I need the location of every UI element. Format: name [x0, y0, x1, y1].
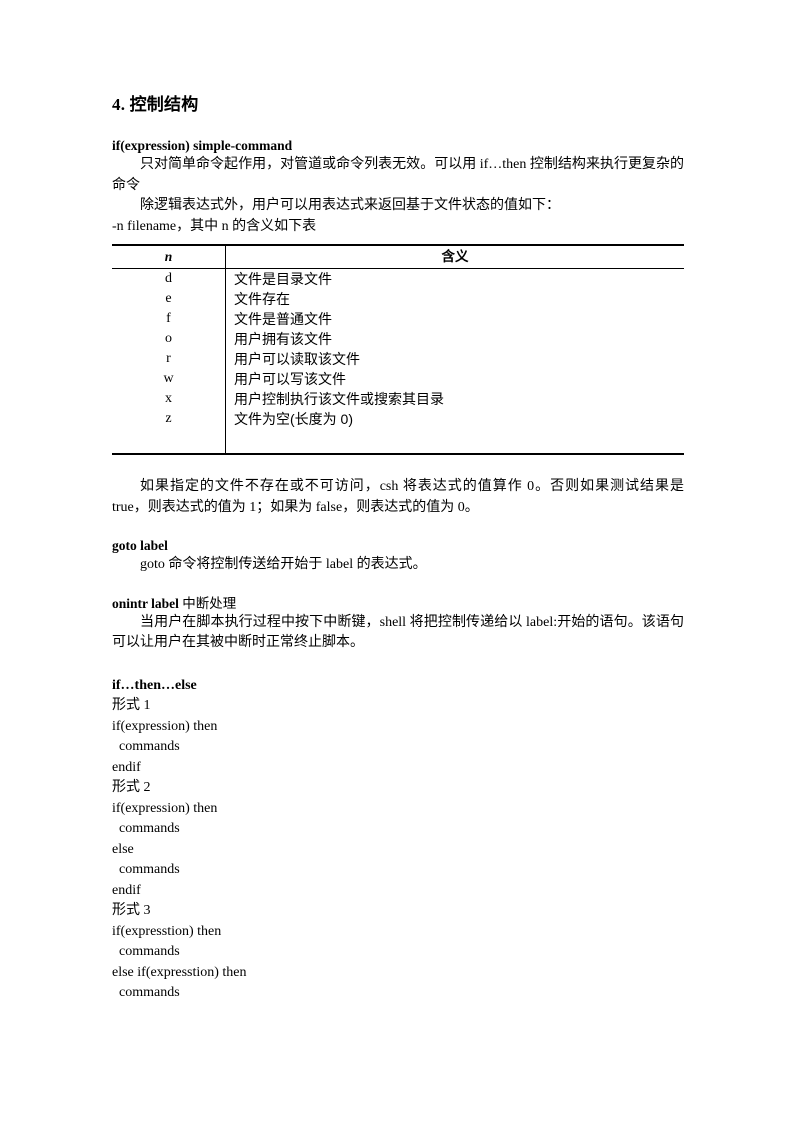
table-row: f 文件是普通文件	[112, 309, 684, 329]
table-row: w 用户可以写该文件	[112, 369, 684, 389]
table-header-n: n	[112, 244, 226, 269]
code-line: else	[112, 841, 134, 857]
table-row: d 文件是目录文件	[112, 268, 684, 289]
code-line: 形式 3	[112, 903, 151, 918]
code-line: commands	[112, 821, 180, 836]
code-line: commands	[112, 862, 180, 877]
cell-meaning: 用户可以写该文件	[225, 369, 684, 389]
table-bottom-cell-left	[112, 452, 226, 455]
file-test-table-wrapper: n 含义 d 文件是目录文件 e 文件存在 f 文件是普通文件 o 用户拥有该文…	[112, 244, 684, 455]
table-row: e 文件存在	[112, 289, 684, 309]
heading-onintr-bold-part: onintr label	[112, 595, 179, 611]
table-spacer-cell-left	[112, 429, 226, 453]
cell-meaning: 文件是目录文件	[225, 268, 684, 289]
table-row: x 用户控制执行该文件或搜索其目录	[112, 389, 684, 409]
table-header-meaning: 含义	[225, 244, 684, 269]
table-bottom-cell-right	[225, 452, 684, 455]
code-line: endif	[112, 882, 141, 898]
if-then-else-listing: if…then…else 形式 1 if(expression) then co…	[112, 676, 684, 1004]
page-title: 4. 控制结构	[112, 95, 199, 114]
cell-meaning: 用户拥有该文件	[225, 329, 684, 349]
table-body: d 文件是目录文件 e 文件存在 f 文件是普通文件 o 用户拥有该文件 r 用…	[112, 268, 684, 455]
cell-flag: x	[165, 391, 172, 406]
table-row: z 文件为空(长度为 0)	[112, 409, 684, 429]
cell-flag: r	[166, 351, 171, 366]
table-header-row: n 含义	[112, 244, 684, 269]
code-line: 形式 1	[112, 698, 151, 713]
code-line: commands	[112, 985, 180, 1000]
paragraph-filename-note: -n filename，其中 n 的含义如下表	[112, 218, 317, 234]
table-head: n 含义	[112, 244, 684, 269]
paragraph-after-table: 如果指定的文件不存在或不可访问，csh 将表达式的值算作 0。否则如果测试结果是…	[112, 479, 684, 515]
code-line: 形式 2	[112, 780, 151, 795]
paragraph-simple-command-1: 只对简单命令起作用，对管道或命令列表无效。可以用 if…then 控制结构来执行…	[112, 157, 684, 193]
code-line: commands	[112, 944, 180, 959]
cell-flag: z	[165, 411, 172, 426]
table-bottom-border-row	[112, 452, 684, 455]
file-test-table: n 含义 d 文件是目录文件 e 文件存在 f 文件是普通文件 o 用户拥有该文…	[112, 244, 684, 455]
cell-meaning: 用户控制执行该文件或搜索其目录	[225, 389, 684, 409]
code-line: if(expression) then	[112, 800, 218, 816]
cell-flag: w	[163, 371, 174, 386]
cell-flag: o	[165, 331, 172, 346]
code-line: endif	[112, 759, 141, 775]
table-row: o 用户拥有该文件	[112, 329, 684, 349]
cell-meaning: 文件是普通文件	[225, 309, 684, 329]
paragraph-goto: goto 命令将控制传送给开始于 label 的表达式。	[140, 557, 427, 572]
table-spacer-row	[112, 429, 684, 453]
heading-onintr-normal-part: 中断处理	[178, 595, 237, 611]
page-content: 4. 控制结构 if(expression) simple-command 只对…	[112, 94, 684, 1004]
cell-meaning: 文件存在	[225, 289, 684, 309]
heading-goto-label: goto label	[112, 538, 168, 553]
paragraph-onintr: 当用户在脚本执行过程中按下中断键，shell 将把控制传递给以 label:开始…	[112, 614, 684, 651]
heading-if-then-else: if…then…else	[112, 677, 197, 693]
table-row: r 用户可以读取该文件	[112, 349, 684, 369]
cell-flag: d	[165, 271, 172, 286]
paragraph-simple-command-2: 除逻辑表达式外，用户可以用表达式来返回基于文件状态的值如下：	[140, 198, 560, 213]
cell-meaning: 用户可以读取该文件	[225, 349, 684, 369]
heading-onintr-label: onintr label 中断处理	[112, 594, 684, 613]
heading-if-expression-simple-command: if(expression) simple-command	[112, 138, 293, 153]
code-line: if(expresstion) then	[112, 923, 222, 939]
cell-meaning: 文件为空(长度为 0)	[225, 409, 684, 429]
code-line: commands	[112, 739, 180, 754]
document-page: 4. 控制结构 if(expression) simple-command 只对…	[0, 0, 794, 1123]
table-spacer-cell-right	[225, 429, 684, 453]
code-line: else if(expresstion) then	[112, 964, 247, 980]
cell-flag: f	[166, 311, 171, 326]
code-line: if(expression) then	[112, 718, 218, 734]
cell-flag: e	[165, 291, 172, 306]
